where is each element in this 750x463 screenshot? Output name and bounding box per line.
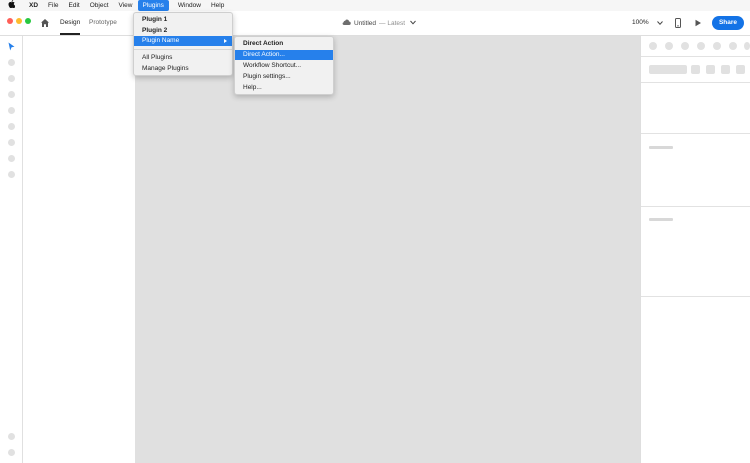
- align-top-icon[interactable]: [697, 42, 705, 50]
- section-header-placeholder: [649, 146, 673, 149]
- submenu-arrow-icon: [224, 39, 227, 43]
- menu-plugins[interactable]: Plugins: [137, 0, 169, 11]
- system-menu-bar: XD File Edit Object View Plugins Window …: [0, 0, 750, 11]
- submenu-item-help[interactable]: Help...: [235, 83, 333, 93]
- divider: [641, 82, 750, 83]
- tool-bar: [0, 36, 23, 463]
- divider: [641, 133, 750, 134]
- chevron-down-icon[interactable]: [410, 20, 416, 27]
- component-button[interactable]: [649, 65, 687, 74]
- menu-file[interactable]: File: [43, 0, 63, 11]
- assets-panel-icon[interactable]: [8, 433, 15, 440]
- zoom-tool-icon[interactable]: [8, 171, 15, 178]
- menu-xd[interactable]: XD: [24, 0, 43, 11]
- divider: [641, 56, 750, 57]
- layers-panel-icon[interactable]: [8, 449, 15, 456]
- boolean-intersect-icon[interactable]: [736, 65, 745, 74]
- submenu-item-direct-action[interactable]: Direct Action: [235, 39, 333, 49]
- submenu-item-plugin-settings[interactable]: Plugin settings...: [235, 72, 333, 82]
- repeat-grid-icon[interactable]: [691, 65, 700, 74]
- home-icon[interactable]: [40, 18, 50, 28]
- divider: [641, 206, 750, 207]
- submenu-item-direct-action-dialog[interactable]: Direct Action...: [235, 50, 333, 60]
- close-window-button[interactable]: [7, 18, 13, 24]
- zoom-window-button[interactable]: [25, 18, 31, 24]
- menu-view[interactable]: View: [114, 0, 138, 11]
- section-header-placeholder: [649, 218, 673, 221]
- ellipse-tool-icon[interactable]: [8, 75, 15, 82]
- property-inspector: [640, 36, 750, 463]
- align-right-icon[interactable]: [681, 42, 689, 50]
- tab-design[interactable]: Design: [60, 19, 81, 35]
- share-button[interactable]: Share: [712, 16, 744, 30]
- boolean-add-icon[interactable]: [706, 65, 715, 74]
- pen-tool-icon[interactable]: [8, 123, 15, 130]
- menu-item-plugin-1[interactable]: Plugin 1: [134, 15, 232, 25]
- chevron-down-icon[interactable]: [657, 20, 663, 26]
- align-bottom-icon[interactable]: [729, 42, 737, 50]
- menu-window[interactable]: Window: [173, 0, 206, 11]
- align-left-icon[interactable]: [649, 42, 657, 50]
- select-tool-icon[interactable]: [8, 42, 15, 51]
- layers-panel: [24, 36, 135, 463]
- menu-object[interactable]: Object: [85, 0, 114, 11]
- cloud-icon: [342, 19, 351, 27]
- document-title[interactable]: Untitled — Latest: [342, 19, 416, 27]
- apple-icon[interactable]: [8, 0, 16, 12]
- document-name: Untitled: [354, 19, 377, 27]
- align-center-icon[interactable]: [665, 42, 673, 50]
- menu-item-plugin-2[interactable]: Plugin 2: [134, 26, 232, 36]
- rectangle-tool-icon[interactable]: [8, 59, 15, 66]
- menu-help[interactable]: Help: [206, 0, 229, 11]
- tab-prototype[interactable]: Prototype: [89, 19, 117, 26]
- text-tool-icon[interactable]: [8, 139, 15, 146]
- menu-item-manage-plugins[interactable]: Manage Plugins: [134, 64, 232, 74]
- menu-item-plugin-name[interactable]: Plugin Name: [134, 36, 232, 46]
- align-middle-icon[interactable]: [713, 42, 721, 50]
- play-icon[interactable]: [694, 19, 702, 27]
- document-status: — Latest: [379, 19, 406, 27]
- divider: [641, 296, 750, 297]
- submenu-item-workflow-shortcut[interactable]: Workflow Shortcut...: [235, 61, 333, 71]
- plugin-submenu: Direct Action Direct Action... Workflow …: [234, 36, 334, 95]
- zoom-level[interactable]: 100%: [632, 19, 649, 26]
- menu-item-all-plugins[interactable]: All Plugins: [134, 53, 232, 63]
- artboard-tool-icon[interactable]: [8, 155, 15, 162]
- distribute-icon[interactable]: [744, 42, 750, 50]
- menu-separator: [134, 49, 232, 50]
- menu-edit[interactable]: Edit: [64, 0, 85, 11]
- minimize-window-button[interactable]: [16, 18, 22, 24]
- device-preview-icon[interactable]: [675, 18, 681, 28]
- design-canvas[interactable]: [135, 36, 640, 463]
- line-tool-icon[interactable]: [8, 107, 15, 114]
- boolean-subtract-icon[interactable]: [721, 65, 730, 74]
- polygon-tool-icon[interactable]: [8, 91, 15, 98]
- menu-item-label: Plugin Name: [142, 37, 180, 44]
- app-toolbar: Design Prototype Untitled — Latest 100% …: [0, 11, 750, 36]
- plugins-menu: Plugin 1 Plugin 2 Plugin Name All Plugin…: [133, 12, 233, 76]
